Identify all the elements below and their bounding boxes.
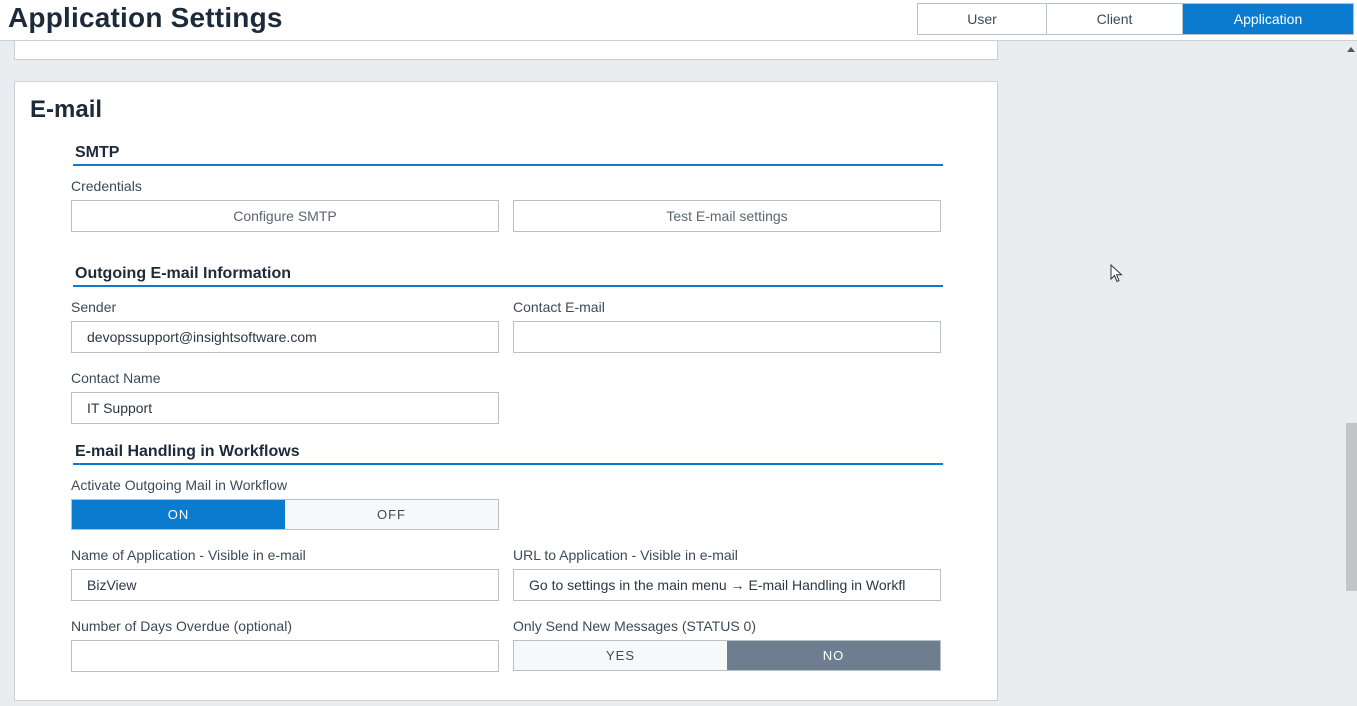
contact-email-field[interactable] — [513, 321, 941, 353]
page-title: Application Settings — [8, 2, 283, 33]
tab-application[interactable]: Application — [1183, 4, 1353, 34]
test-email-settings-button[interactable]: Test E-mail settings — [513, 200, 941, 232]
app-url-field[interactable]: Go to settings in the main menu → E-mail… — [513, 569, 941, 601]
sender-label: Sender — [71, 299, 117, 315]
activate-off-option[interactable]: OFF — [285, 500, 498, 529]
credentials-label: Credentials — [71, 178, 142, 194]
configure-smtp-button[interactable]: Configure SMTP — [71, 200, 499, 232]
outgoing-email-heading: Outgoing E-mail Information — [73, 265, 943, 287]
scrollbar-thumb[interactable] — [1346, 423, 1357, 591]
mouse-cursor-icon — [1110, 264, 1123, 283]
activate-outgoing-label: Activate Outgoing Mail in Workflow — [71, 477, 288, 493]
days-overdue-label: Number of Days Overdue (optional) — [71, 618, 292, 634]
contact-email-label: Contact E-mail — [513, 299, 605, 315]
sender-field[interactable]: devopssupport@insightsoftware.com — [71, 321, 499, 353]
tab-client[interactable]: Client — [1047, 4, 1183, 34]
app-name-field[interactable]: BizView — [71, 569, 499, 601]
scroll-up-arrow-icon[interactable] — [1347, 47, 1355, 52]
only-new-no-option[interactable]: NO — [727, 641, 940, 670]
email-settings-panel: E-mail SMTP Credentials Configure SMTP T… — [14, 81, 998, 701]
days-overdue-field[interactable] — [71, 640, 499, 672]
previous-settings-panel — [14, 41, 998, 60]
app-url-label: URL to Application - Visible in e-mail — [513, 547, 738, 563]
activate-outgoing-toggle: ON OFF — [71, 499, 499, 530]
only-new-yes-option[interactable]: YES — [514, 641, 727, 670]
only-new-messages-label: Only Send New Messages (STATUS 0) — [513, 618, 757, 634]
top-bar: Application Settings User Client Applica… — [0, 0, 1357, 41]
workflow-email-heading: E-mail Handling in Workflows — [73, 443, 943, 465]
vertical-scrollbar[interactable] — [1344, 41, 1357, 706]
contact-name-label: Contact Name — [71, 370, 161, 386]
tab-user[interactable]: User — [918, 4, 1047, 34]
contact-name-field[interactable]: IT Support — [71, 392, 499, 424]
settings-scope-tabs: User Client Application — [917, 3, 1354, 35]
activate-on-option[interactable]: ON — [72, 500, 285, 529]
panel-title: E-mail — [30, 96, 103, 123]
app-name-label: Name of Application - Visible in e-mail — [71, 547, 306, 563]
only-new-messages-toggle: YES NO — [513, 640, 941, 671]
smtp-heading: SMTP — [73, 144, 943, 166]
